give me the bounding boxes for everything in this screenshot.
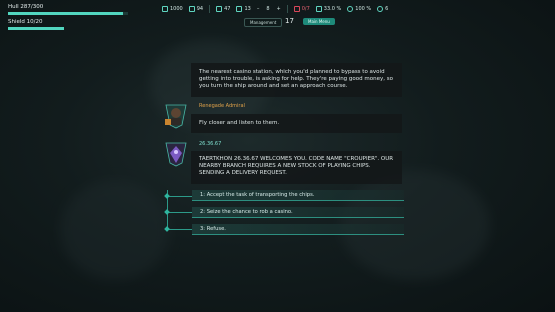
- crew-value: 13: [244, 6, 251, 12]
- choice-connector: [167, 229, 192, 230]
- credits-icon: [162, 6, 168, 12]
- crew-icon: [236, 6, 243, 12]
- danger: 0/7: [293, 6, 310, 12]
- reputation-value: 33.0 %: [323, 6, 342, 12]
- cargo: 47: [216, 6, 230, 12]
- minus-icon[interactable]: –: [257, 6, 260, 12]
- tab-main-menu[interactable]: Main Menu: [303, 18, 335, 25]
- tab-management[interactable]: Management: [244, 18, 283, 27]
- speaker-id: 26.36.67: [199, 141, 222, 147]
- speed-value: 8: [266, 6, 270, 12]
- choice-connector: [167, 212, 192, 213]
- choice-node-icon: [164, 193, 170, 199]
- fuel-icon: [188, 6, 195, 12]
- background-debris: [60, 180, 170, 280]
- divider: [209, 5, 211, 13]
- choice-rob[interactable]: 2: Seize the chance to rob a casino.: [192, 207, 404, 218]
- fuel-value: 94: [196, 6, 204, 12]
- crew: 13: [236, 6, 251, 12]
- credits: 1000: [162, 6, 183, 12]
- shield-bar: [8, 27, 64, 30]
- shield-label: Shield 10/20: [8, 19, 43, 25]
- divider: [286, 5, 288, 13]
- admiral-portrait: [165, 104, 187, 129]
- plus-icon[interactable]: +: [277, 6, 281, 12]
- moon-value: 6: [385, 6, 389, 12]
- resource-bar: 1000 94 47 13 –8 + 0/7 33.0 % 100 % 6: [162, 5, 388, 13]
- admiral-badge-icon: [165, 119, 171, 125]
- day-counter: 17: [285, 17, 294, 25]
- time-value: 100 %: [355, 6, 372, 12]
- moon: 6: [377, 6, 388, 12]
- choice-connector: [167, 196, 192, 197]
- cargo-icon: [216, 6, 223, 12]
- shield-fill: [8, 27, 64, 30]
- reputation: 33.0 %: [315, 6, 342, 12]
- croupier-dialogue: TAERTKHON 26.36.67 WELCOMES YOU. CODE NA…: [191, 151, 402, 184]
- admiral-name: Renegade Admiral: [199, 103, 245, 109]
- hull-label: Hull 287/300: [8, 4, 44, 10]
- hull-status: Hull 287/300: [8, 4, 128, 15]
- clock-icon: [347, 6, 354, 12]
- shield-status: Shield 10/20: [8, 19, 64, 30]
- cargo-value: 47: [224, 6, 231, 12]
- hull-bar: [8, 12, 128, 15]
- credits-value: 1000: [170, 6, 183, 12]
- time: 100 %: [347, 6, 371, 12]
- admiral-dialogue: Fly closer and listen to them.: [191, 114, 402, 133]
- hull-fill: [8, 12, 124, 15]
- speed-stepper[interactable]: –8 +: [257, 6, 281, 12]
- narration-panel: The nearest casino station, which you'd …: [191, 63, 402, 97]
- choice-refuse[interactable]: 3: Refuse.: [192, 224, 404, 235]
- moon-icon: [377, 6, 384, 12]
- croupier-portrait: [165, 142, 187, 167]
- danger-value: 0/7: [301, 6, 310, 12]
- fuel: 94: [188, 6, 204, 12]
- choice-accept[interactable]: 1: Accept the task of transporting the c…: [192, 190, 404, 201]
- reputation-icon: [315, 6, 322, 12]
- danger-icon: [293, 6, 300, 12]
